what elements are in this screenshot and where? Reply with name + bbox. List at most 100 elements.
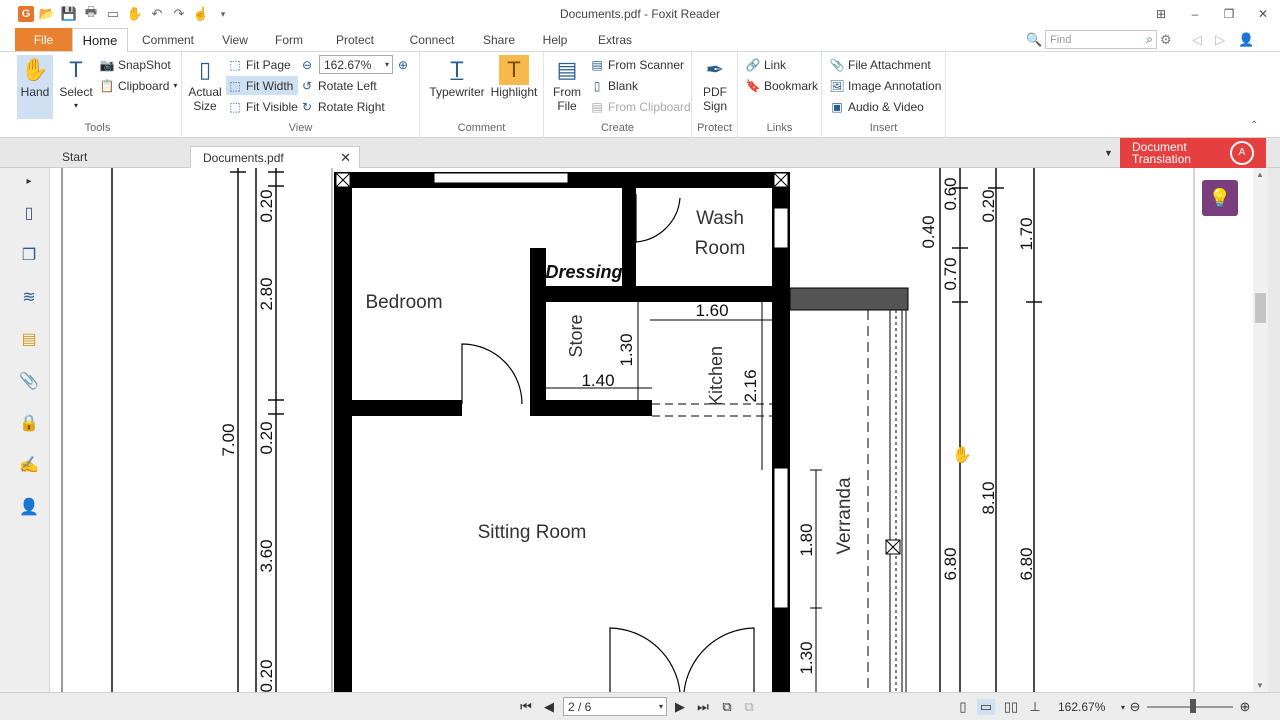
page-number-select[interactable]: 2 / 6 ▾ xyxy=(563,697,667,716)
page-icon: ▯ xyxy=(198,57,212,82)
tab-comment[interactable]: Comment xyxy=(136,28,200,52)
document-view[interactable]: Wash Room Dressing Bedroom Sitting Room … xyxy=(50,168,1253,692)
window-wash xyxy=(773,207,789,249)
tab-connect[interactable]: Connect xyxy=(401,28,463,52)
bookmarks-icon[interactable]: ▯ xyxy=(18,202,40,224)
tab-extras[interactable]: Extras xyxy=(590,28,640,52)
continuous-facing-icon[interactable]: ⊥ xyxy=(1026,699,1044,715)
zoom-out-icon[interactable]: ⊖ xyxy=(1126,699,1144,715)
attachments-icon[interactable]: 📎 xyxy=(18,370,40,392)
facing-pages-icon[interactable]: ▯▯ xyxy=(1002,699,1020,715)
blank-button[interactable]: ▯ Blank xyxy=(590,76,638,95)
hand-button[interactable]: ✋ Hand xyxy=(17,55,53,119)
zoom-select[interactable]: 162.67% ▾ xyxy=(319,55,393,74)
previous-page-icon[interactable]: ◀ xyxy=(540,699,558,715)
fit-width-button[interactable]: ⬚ Fit Width xyxy=(226,76,298,95)
grid-icon[interactable]: ⊞ xyxy=(1144,0,1178,28)
tab-documents-pdf[interactable]: Documents.pdf ✕ xyxy=(190,146,360,168)
scroll-up-icon[interactable]: ▲ xyxy=(1256,170,1264,179)
typewriter-button[interactable]: T̲ Typewriter xyxy=(428,55,486,100)
zoom-in-button[interactable]: ⊕ xyxy=(396,55,410,74)
dim-1-60: 1.60 xyxy=(695,301,728,320)
restore-button[interactable]: ❐ xyxy=(1212,0,1246,28)
expand-panel-icon[interactable]: ▸ xyxy=(18,170,40,192)
select-dropdown-icon: ▾ xyxy=(73,101,78,110)
signature-icon[interactable]: ✍ xyxy=(18,454,40,476)
scrollbar-thumb[interactable] xyxy=(1255,293,1266,323)
tab-form[interactable]: Form xyxy=(266,28,312,52)
links-group: 🔗 Link 🔖 Bookmark Links xyxy=(738,52,822,138)
previous-view-icon[interactable]: ⧉ xyxy=(718,699,736,715)
dim-1-40: 1.40 xyxy=(581,371,614,390)
zoom-in-icon[interactable]: ⊕ xyxy=(1236,699,1254,715)
file-tab[interactable]: File xyxy=(15,28,72,51)
from-scanner-button[interactable]: ▤ From Scanner xyxy=(590,55,684,74)
select-button[interactable]: T Select ▾ xyxy=(58,55,94,113)
account-icon[interactable]: 👤 xyxy=(1238,32,1254,48)
create-group: ▤ From File ▤ From Scanner ▯ Blank ▤ Fro… xyxy=(544,52,692,138)
zoom-out-icon: ⊖ xyxy=(301,57,313,72)
collapse-ribbon-icon[interactable]: ⌃ xyxy=(1250,120,1258,131)
audio-video-button[interactable]: ▣ Audio & Video xyxy=(830,97,924,116)
tab-view[interactable]: View xyxy=(212,28,258,52)
fit-page-button[interactable]: ⬚ Fit Page xyxy=(228,55,296,74)
tab-home[interactable]: Home xyxy=(72,28,128,53)
comments-icon[interactable]: ▤ xyxy=(18,328,40,350)
tab-help[interactable]: Help xyxy=(534,28,576,52)
image-annotation-button[interactable]: 🖼 Image Annotation xyxy=(829,76,941,95)
layers-icon[interactable]: ≋ xyxy=(18,286,40,308)
fit-visible-button[interactable]: ⬚ Fit Visible xyxy=(228,97,297,116)
link-label: Link xyxy=(764,57,787,72)
from-file-button[interactable]: ▤ From File xyxy=(550,55,584,114)
pages-icon[interactable]: ❐ xyxy=(18,244,40,266)
dim-1-30-verranda: 1.30 xyxy=(797,641,816,674)
pdf-sign-button[interactable]: ✒ PDF Sign xyxy=(698,55,732,114)
hand-cursor-icon: ✋ xyxy=(952,445,972,464)
snapshot-button[interactable]: 📷 SnapShot xyxy=(100,55,171,74)
scroll-down-icon[interactable]: ▼ xyxy=(1256,681,1264,690)
actual-size-label-1: Actual xyxy=(188,85,222,99)
file-attachment-button[interactable]: 📎 File Attachment xyxy=(830,55,931,74)
single-page-icon[interactable]: ▯ xyxy=(954,699,972,715)
clipboard-button[interactable]: 📋 Clipboard ▾ xyxy=(100,76,178,95)
zoom-slider-thumb[interactable] xyxy=(1190,699,1196,713)
actual-size-button[interactable]: ▯ Actual Size xyxy=(186,55,224,114)
next-view-icon[interactable]: ⧉ xyxy=(740,699,758,715)
audio-video-label: Audio & Video xyxy=(848,99,924,114)
zoom-out-button[interactable]: ⊖ xyxy=(300,55,314,74)
document-translation-button[interactable]: Document Translation A xyxy=(1120,138,1266,168)
tab-start[interactable]: Start xyxy=(50,146,190,168)
from-file-label-1: From xyxy=(553,85,581,99)
tab-protect[interactable]: Protect xyxy=(326,28,384,52)
insert-group: 📎 File Attachment 🖼 Image Annotation ▣ A… xyxy=(822,52,946,138)
user-comment-icon[interactable]: 👤 xyxy=(18,496,40,518)
rotate-right-button[interactable]: ↻ Rotate Right xyxy=(300,97,385,116)
tabs-dropdown-icon[interactable]: ▼ xyxy=(1104,148,1113,158)
settings-gear-icon[interactable]: ⚙ xyxy=(1160,32,1172,48)
forward-icon[interactable]: ▷ xyxy=(1215,32,1225,48)
close-button[interactable]: ✕ xyxy=(1246,0,1280,28)
from-clipboard-button[interactable]: ▤ From Clipboard xyxy=(590,97,690,116)
bookmark-button[interactable]: 🔖 Bookmark xyxy=(746,76,819,95)
close-tab-icon[interactable]: ✕ xyxy=(340,150,351,166)
tab-share[interactable]: Share xyxy=(476,28,522,52)
vertical-scrollbar[interactable]: ▲ ▼ xyxy=(1253,168,1268,692)
zoom-value: 162.67% xyxy=(324,57,372,72)
search-folder-icon[interactable]: 🔍 xyxy=(1026,32,1042,48)
back-icon[interactable]: ◁ xyxy=(1192,32,1202,48)
find-input[interactable]: Find ⌕ xyxy=(1045,30,1157,49)
lightbulb-tips-icon[interactable]: 💡 xyxy=(1202,180,1238,216)
rotate-left-button[interactable]: ↺ Rotate Left xyxy=(300,76,377,95)
last-page-icon[interactable]: ⏭ xyxy=(694,699,712,715)
next-page-icon[interactable]: ▶ xyxy=(671,699,689,715)
search-icon[interactable]: ⌕ xyxy=(1146,32,1153,47)
minimize-button[interactable]: – xyxy=(1178,0,1212,28)
first-page-icon[interactable]: ⏮ xyxy=(517,699,535,715)
continuous-page-icon[interactable]: ▭ xyxy=(977,699,995,715)
security-lock-icon[interactable]: 🔒 xyxy=(18,412,40,434)
protect-group-label: Protect xyxy=(697,122,732,134)
clipboard-label: Clipboard xyxy=(118,78,170,93)
link-button[interactable]: 🔗 Link xyxy=(746,55,786,74)
highlight-button[interactable]: T Highlight xyxy=(490,55,538,99)
fit-width-icon: ⬚ xyxy=(229,78,241,93)
